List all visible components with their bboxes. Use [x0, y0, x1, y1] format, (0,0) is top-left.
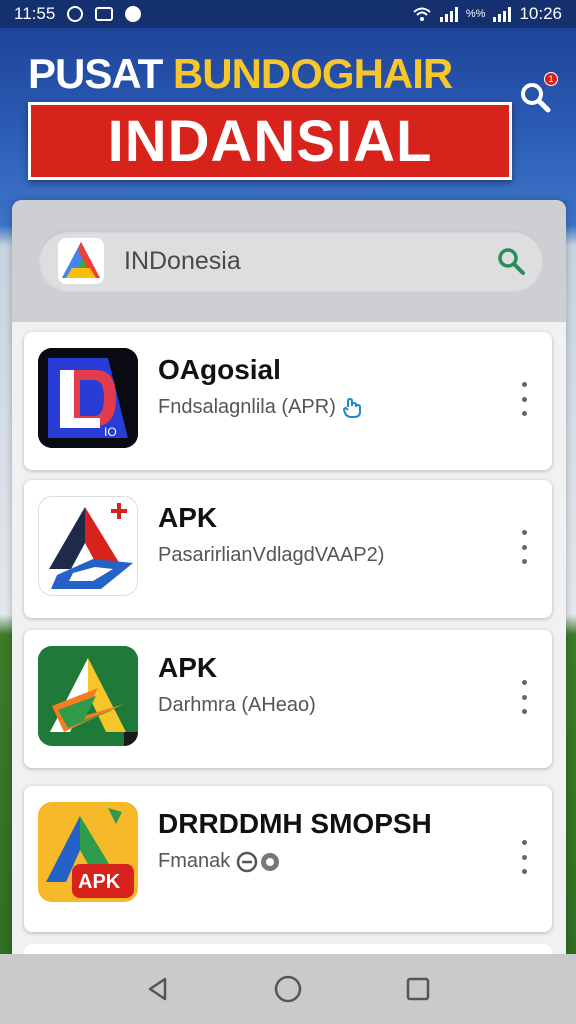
banner-title: PUSAT BUNDOGHAIR: [28, 50, 453, 98]
status-bar: 11:55 %% 10:26: [0, 0, 576, 28]
apk-badge-text: APK: [78, 871, 121, 893]
app-name: OAgosial: [158, 354, 281, 385]
back-triangle-icon: [148, 977, 167, 1001]
app-description-text: Fndsalagnlila (APR): [158, 396, 336, 418]
app-name: APK: [158, 652, 218, 683]
wifi-icon: [413, 7, 431, 21]
apk-green-icon: [38, 646, 138, 746]
more-options-button[interactable]: [518, 382, 530, 416]
signal-icon-2: [493, 6, 512, 22]
banner-title-part2: BUNDOGHAIR: [172, 50, 453, 97]
signal-icon: [439, 6, 458, 22]
home-button[interactable]: [273, 974, 303, 1004]
main-panel: IO OAgosial Fndsalagnlila (APR) APK: [12, 200, 566, 960]
more-dot-icon: [521, 869, 527, 874]
play-logo-icon: [58, 238, 104, 284]
app-list-item[interactable]: APK DRRDDMH SMOPSH Fmanak: [24, 786, 552, 932]
search-input[interactable]: [124, 246, 488, 276]
header-search-button[interactable]: 1: [518, 72, 558, 114]
navigation-bar: [0, 954, 576, 1024]
status-time: 11:55: [14, 4, 56, 23]
more-dot-icon: [521, 680, 527, 685]
more-options-button[interactable]: [518, 840, 530, 874]
battery-percent: %%: [465, 8, 486, 20]
app-description-text: Darhmra (AHeao): [158, 694, 316, 716]
recents-square-icon: [406, 977, 430, 1001]
home-circle-icon: [274, 975, 302, 1003]
more-dot-icon: [521, 709, 527, 714]
app-description-text: PasarirlianVdlagdVAAP2): [158, 544, 385, 566]
hand-icon: [342, 397, 361, 418]
search-area: [12, 200, 566, 322]
notification-badge: 1: [544, 72, 558, 86]
more-dot-icon: [521, 854, 527, 860]
more-dot-icon: [521, 530, 527, 535]
back-button[interactable]: [143, 974, 173, 1004]
more-dot-icon: [521, 840, 527, 845]
more-dot-icon: [521, 694, 527, 700]
app-description: Fmanak: [158, 850, 282, 873]
app-notification-icon: [125, 6, 142, 22]
more-dot-icon: [521, 559, 527, 564]
app-list-item[interactable]: APK Darhmra (AHeao): [24, 630, 552, 768]
message-icon: [95, 7, 114, 21]
app-description-text: Fmanak: [158, 850, 231, 872]
banner-subtitle: INDANSIAL: [28, 102, 512, 180]
app-description: Fndsalagnlila (APR): [158, 396, 362, 419]
more-options-button[interactable]: [518, 680, 530, 714]
app-description: Darhmra (AHeao): [158, 694, 316, 717]
svg-text:IO: IO: [104, 425, 117, 439]
apk-yellow-icon: APK: [38, 802, 138, 902]
app-list-item[interactable]: IO OAgosial Fndsalagnlila (APR): [24, 332, 552, 470]
ld-app-icon: IO: [38, 348, 138, 448]
app-name: DRRDDMH SMOPSH: [158, 808, 432, 839]
banner-title-part1: PUSAT: [28, 50, 163, 97]
more-dot-icon: [521, 382, 527, 387]
more-options-button[interactable]: [518, 530, 530, 564]
recents-button[interactable]: [403, 974, 433, 1004]
more-dot-icon: [521, 411, 527, 416]
more-dot-icon: [521, 544, 527, 550]
search-submit-icon[interactable]: [496, 246, 526, 276]
more-dot-icon: [521, 396, 527, 402]
info-icon: [237, 851, 280, 872]
app-name: APK: [158, 502, 218, 533]
header-banner: PUSAT BUNDOGHAIR INDANSIAL 1: [0, 28, 576, 200]
apk-red-icon: [38, 496, 138, 596]
notification-icon: [67, 6, 84, 22]
app-description: PasarirlianVdlagdVAAP2): [158, 544, 384, 567]
status-time-right: 10:26: [519, 4, 562, 23]
app-list-item[interactable]: APK PasarirlianVdlagdVAAP2): [24, 480, 552, 618]
search-bar[interactable]: [38, 230, 544, 292]
